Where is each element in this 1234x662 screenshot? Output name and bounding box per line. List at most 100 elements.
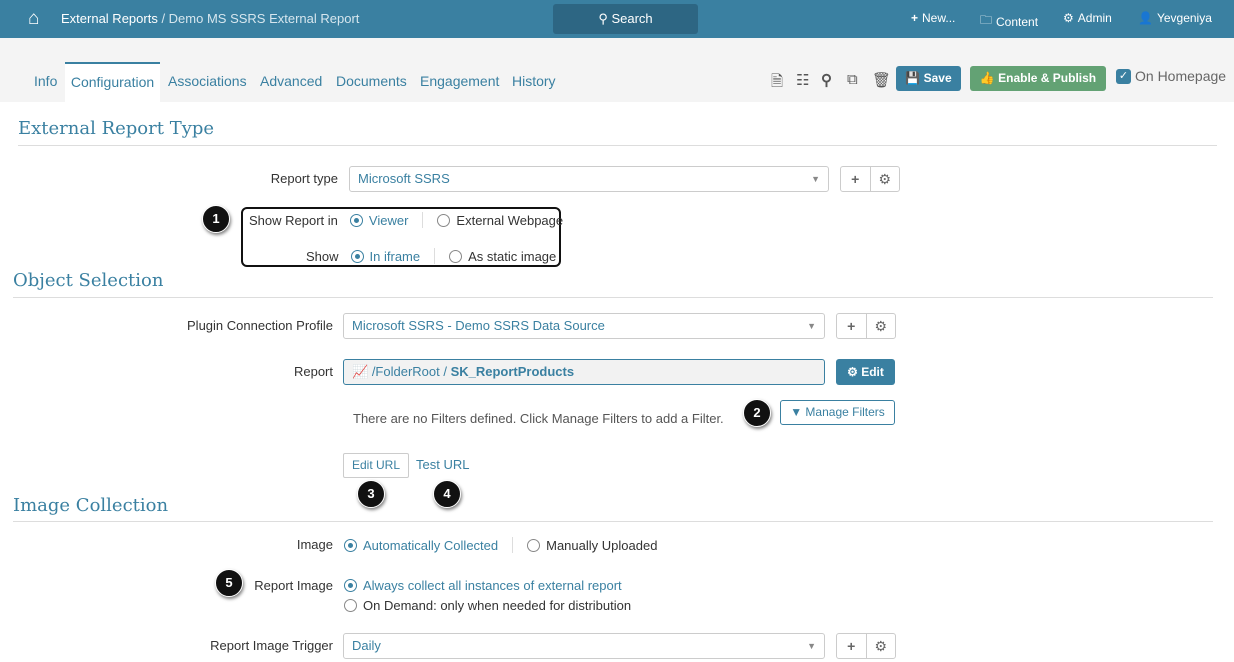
manage-filters-label: Manage Filters (805, 405, 885, 419)
show-report-in-label: Show Report in (249, 212, 338, 228)
radio-manually-uploaded[interactable] (527, 538, 541, 552)
edit-url-button[interactable]: Edit URL (343, 453, 409, 478)
thumbs-up-icon: 👍 (979, 71, 999, 85)
edit-label: Edit (861, 365, 884, 379)
gear-icon[interactable]: ⚙ (871, 167, 900, 191)
divider (13, 521, 1213, 522)
hierarchy-icon[interactable]: ☷ (796, 71, 809, 89)
static-image-option[interactable]: As static image (468, 249, 556, 264)
edit-report-button[interactable]: ⚙ Edit (836, 359, 895, 385)
copy-icon[interactable]: ⧉ (847, 71, 858, 88)
callout-badge-3: 3 (357, 480, 385, 508)
user-label: Yevgeniya (1156, 11, 1212, 25)
new-label: New... (922, 11, 956, 25)
manually-uploaded-option[interactable]: Manually Uploaded (546, 538, 657, 553)
plus-icon: + (911, 11, 919, 25)
report-type-value: Microsoft SSRS (358, 171, 450, 186)
admin-label: Admin (1077, 11, 1112, 25)
tab-configuration[interactable]: Configuration (65, 62, 160, 102)
tab-advanced[interactable]: Advanced (260, 73, 322, 89)
add-icon[interactable]: + (837, 634, 867, 658)
home-icon[interactable]: ⌂ (28, 8, 39, 30)
trigger-actions: + ⚙ (836, 633, 896, 659)
trigger-select[interactable]: Daily ▼ (343, 633, 825, 659)
enable-publish-button[interactable]: 👍 Enable & Publish (970, 66, 1106, 91)
test-url-link[interactable]: Test URL (416, 457, 469, 472)
divider (434, 248, 436, 264)
radio-viewer[interactable] (349, 213, 363, 227)
new-menu[interactable]: + New... (911, 11, 955, 25)
image-label: Image (296, 537, 333, 552)
save-button[interactable]: 💾 Save (896, 66, 961, 91)
search-button[interactable]: ⚲ Search (553, 4, 698, 34)
on-demand-label: On Demand: only when needed for distribu… (363, 598, 632, 613)
radio-in-iframe[interactable] (350, 249, 364, 263)
report-name: SK_ReportProducts (450, 364, 575, 379)
tab-documents[interactable]: Documents (336, 73, 407, 89)
breadcrumb-root[interactable]: External Reports (61, 11, 158, 26)
divider (422, 212, 424, 228)
breadcrumb-current: Demo MS SSRS External Report (168, 11, 360, 26)
tab-engagement[interactable]: Engagement (420, 73, 499, 89)
callout-badge-4: 4 (433, 480, 461, 508)
divider (18, 145, 1217, 146)
add-icon[interactable]: + (837, 314, 867, 338)
in-iframe-option[interactable]: In iframe (370, 249, 421, 264)
chevron-down-icon: ▼ (807, 641, 816, 651)
section-title-object-selection: Object Selection (13, 270, 164, 291)
report-type-select[interactable]: Microsoft SSRS ▼ (349, 166, 829, 192)
report-image-label: Report Image (254, 578, 333, 593)
trash-icon[interactable]: 🗑 (872, 71, 891, 89)
add-icon[interactable]: + (841, 167, 871, 191)
trigger-value: Daily (352, 638, 381, 653)
profile-actions: + ⚙ (836, 313, 896, 339)
homepage-label: On Homepage (1135, 68, 1227, 84)
manage-filters-button[interactable]: ▼ Manage Filters (780, 400, 895, 425)
profile-value: Microsoft SSRS - Demo SSRS Data Source (352, 318, 605, 333)
breadcrumb-separator: / (157, 11, 169, 26)
folder-icon: 🗀 (980, 13, 993, 27)
external-webpage-option[interactable]: External Webpage (456, 213, 563, 228)
radio-auto-collected[interactable] (344, 538, 357, 552)
chevron-down-icon: ▼ (807, 321, 816, 331)
breadcrumb: External Reports / Demo MS SSRS External… (61, 11, 359, 26)
section-title-external-report-type: External Report Type (18, 118, 215, 139)
tab-info[interactable]: Info (34, 73, 57, 89)
section-title-image-collection: Image Collection (13, 495, 169, 516)
connection-profile-select[interactable]: Microsoft SSRS - Demo SSRS Data Source ▼ (343, 313, 825, 339)
on-homepage-checkbox[interactable]: ✓ On Homepage (1116, 68, 1226, 84)
tab-history[interactable]: History (512, 73, 556, 89)
admin-menu[interactable]: ⚙ Admin (1063, 11, 1112, 25)
show-report-in-group: Show Report in Viewer External Webpage (249, 212, 563, 228)
no-filters-message: There are no Filters defined. Click Mana… (353, 411, 724, 426)
viewer-option[interactable]: Viewer (369, 213, 409, 228)
content-label: Content (996, 14, 1039, 29)
search-icon: ⚲ (598, 11, 612, 26)
radio-external-webpage[interactable] (437, 213, 451, 227)
content-menu[interactable]: 🗀 Content (980, 11, 1038, 32)
radio-on-demand[interactable] (344, 599, 357, 612)
gear-icon[interactable]: ⚙ (867, 314, 896, 338)
search-icon[interactable]: ⚲ (821, 71, 832, 89)
tab-associations[interactable]: Associations (168, 73, 247, 89)
divider (512, 537, 514, 553)
report-image-option-on-demand[interactable]: On Demand: only when needed for distribu… (344, 598, 631, 613)
divider (13, 297, 1213, 298)
report-chart-icon: 📈 (352, 364, 372, 379)
document-icon[interactable]: 🗎 (771, 71, 783, 96)
gear-icon[interactable]: ⚙ (867, 634, 896, 658)
save-icon: 💾 (905, 71, 924, 85)
user-menu[interactable]: 👤 Yevgeniya (1138, 11, 1212, 25)
publish-label: Enable & Publish (998, 71, 1097, 85)
radio-static-image[interactable] (449, 249, 463, 263)
report-field[interactable]: 📈 /FolderRoot / SK_ReportProducts (343, 359, 825, 385)
profile-label: Plugin Connection Profile (187, 318, 333, 333)
radio-always-collect[interactable] (344, 579, 357, 592)
always-collect-label: Always collect all instances of external… (363, 578, 622, 593)
auto-collected-option[interactable]: Automatically Collected (363, 538, 498, 553)
image-group: Automatically Collected Manually Uploade… (344, 537, 657, 553)
check-icon: ✓ (1116, 68, 1131, 84)
show-group: Show In iframe As static image (306, 248, 556, 264)
top-header: ⌂ External Reports / Demo MS SSRS Extern… (0, 0, 1234, 38)
report-image-option-always[interactable]: Always collect all instances of external… (344, 578, 622, 593)
